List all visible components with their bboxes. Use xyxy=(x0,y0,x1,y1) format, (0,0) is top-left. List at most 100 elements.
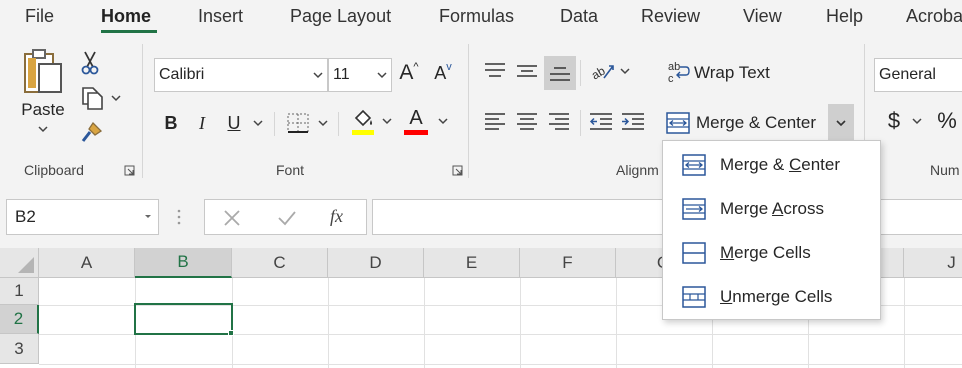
font-launcher-icon[interactable] xyxy=(452,165,463,176)
align-center-button[interactable] xyxy=(512,106,542,136)
tab-data[interactable]: Data xyxy=(560,6,598,27)
tab-file[interactable]: File xyxy=(25,6,54,27)
fill-color-button[interactable] xyxy=(346,104,396,138)
borders-button[interactable] xyxy=(282,108,332,138)
separator xyxy=(580,110,581,136)
borders-icon xyxy=(287,113,309,133)
orientation-button[interactable]: ab xyxy=(586,56,634,86)
menu-item-merge-center[interactable]: Merge & Center xyxy=(663,143,880,187)
svg-text:c: c xyxy=(668,73,674,85)
copy-button[interactable] xyxy=(76,84,124,112)
merge-dropdown-menu: Merge & Center Merge Across Merge Cells … xyxy=(662,140,881,320)
column-header-j[interactable]: J xyxy=(904,248,962,278)
percent-icon: % xyxy=(937,108,957,133)
column-header-d[interactable]: D xyxy=(328,248,424,278)
underline-icon: U xyxy=(227,112,241,133)
column-header-b[interactable]: B xyxy=(135,248,232,278)
merge-center-button[interactable]: Merge & Center xyxy=(662,106,830,140)
merge-center-dropdown-button[interactable] xyxy=(828,104,854,142)
bottom-align-button[interactable] xyxy=(544,56,576,90)
accounting-format-button[interactable]: $ xyxy=(880,106,930,136)
clipboard-launcher-icon[interactable] xyxy=(124,165,135,176)
chevron-down-icon xyxy=(318,119,328,126)
paste-icon xyxy=(24,49,62,93)
cut-button[interactable] xyxy=(78,50,102,76)
number-format-select[interactable]: General xyxy=(874,58,962,92)
top-align-icon xyxy=(485,63,505,77)
svg-text:ab: ab xyxy=(668,61,680,73)
separator xyxy=(274,112,275,136)
drag-handle-icon[interactable] xyxy=(176,208,182,226)
formula-buttons: fx xyxy=(204,199,367,235)
label-part: erge Cells xyxy=(734,243,811,262)
align-right-button[interactable] xyxy=(544,106,574,136)
italic-icon: I xyxy=(199,112,205,133)
separator xyxy=(142,44,143,178)
font-size-value: 11 xyxy=(333,66,350,83)
gridline xyxy=(328,278,329,368)
align-center-icon xyxy=(517,113,537,130)
menu-item-merge-cells[interactable]: Merge Cells xyxy=(663,231,880,275)
fill-handle[interactable] xyxy=(228,330,234,336)
tab-insert[interactable]: Insert xyxy=(198,6,243,27)
font-family-select[interactable]: Calibri xyxy=(154,58,328,92)
name-box-value: B2 xyxy=(15,207,36,226)
name-box-dropdown-icon[interactable] xyxy=(138,212,158,222)
row-header-1[interactable]: 1 xyxy=(0,278,39,305)
scissors-icon xyxy=(81,51,99,75)
chevron-down-icon xyxy=(377,71,387,78)
label-part: cross xyxy=(783,199,824,218)
row-header-3[interactable]: 3 xyxy=(0,334,39,364)
active-cell-b2[interactable] xyxy=(134,303,233,335)
merge-cells-icon xyxy=(682,242,706,264)
menu-item-label: Unmerge Cells xyxy=(720,287,832,307)
tab-review[interactable]: Review xyxy=(641,6,700,27)
column-header-f[interactable]: F xyxy=(520,248,616,278)
column-header-e[interactable]: E xyxy=(424,248,520,278)
underline-button[interactable]: U xyxy=(222,108,268,138)
active-tab-indicator xyxy=(101,30,157,33)
name-box[interactable]: B2 xyxy=(6,199,159,235)
row-header-2[interactable]: 2 xyxy=(0,305,39,334)
tab-acrobat[interactable]: Acroba xyxy=(906,6,962,27)
select-all-corner[interactable] xyxy=(0,248,39,278)
insert-function-icon[interactable]: fx xyxy=(330,206,343,227)
menu-item-merge-across[interactable]: Merge Across xyxy=(663,187,880,231)
tab-help[interactable]: Help xyxy=(826,6,863,27)
column-header-c[interactable]: C xyxy=(232,248,328,278)
number-format-value: General xyxy=(879,66,936,83)
increase-font-size-button[interactable]: A ^ xyxy=(396,58,422,88)
wrap-text-icon: ab c xyxy=(668,61,690,85)
access-key: U xyxy=(720,287,733,306)
svg-text:ab: ab xyxy=(590,63,608,82)
font-size-select[interactable]: 11 xyxy=(328,58,392,92)
access-key: M xyxy=(720,243,735,262)
paste-button[interactable]: Paste xyxy=(18,48,68,150)
tab-formulas[interactable]: Formulas xyxy=(439,6,514,27)
increase-indent-button[interactable] xyxy=(618,106,648,136)
italic-button[interactable]: I xyxy=(192,108,212,138)
tab-view[interactable]: View xyxy=(743,6,782,27)
bottom-align-icon xyxy=(550,67,570,81)
column-header-a[interactable]: A xyxy=(39,248,135,278)
percent-style-button[interactable]: % xyxy=(932,106,962,136)
middle-align-button[interactable] xyxy=(512,56,542,86)
format-painter-button[interactable] xyxy=(78,120,104,146)
increase-indent-icon xyxy=(622,113,644,130)
cancel-icon[interactable] xyxy=(223,209,241,227)
wrap-text-button[interactable]: ab c Wrap Text xyxy=(666,58,776,88)
tab-page-layout[interactable]: Page Layout xyxy=(290,6,391,27)
decrease-font-size-button[interactable]: Av xyxy=(430,58,456,88)
enter-check-icon[interactable] xyxy=(277,209,297,227)
tab-home[interactable]: Home xyxy=(101,6,151,27)
ribbon-tabs: File Home Insert Page Layout Formulas Da… xyxy=(0,0,962,38)
align-right-icon xyxy=(549,113,569,130)
top-align-button[interactable] xyxy=(480,56,510,86)
font-color-button[interactable]: A xyxy=(400,104,452,138)
bold-button[interactable]: B xyxy=(160,108,182,138)
decrease-indent-button[interactable] xyxy=(586,106,616,136)
menu-item-unmerge-cells[interactable]: Unmerge Cells xyxy=(663,275,880,319)
bold-icon: B xyxy=(164,112,178,133)
align-left-button[interactable] xyxy=(480,106,510,136)
grow-font-icon: A xyxy=(399,61,414,84)
